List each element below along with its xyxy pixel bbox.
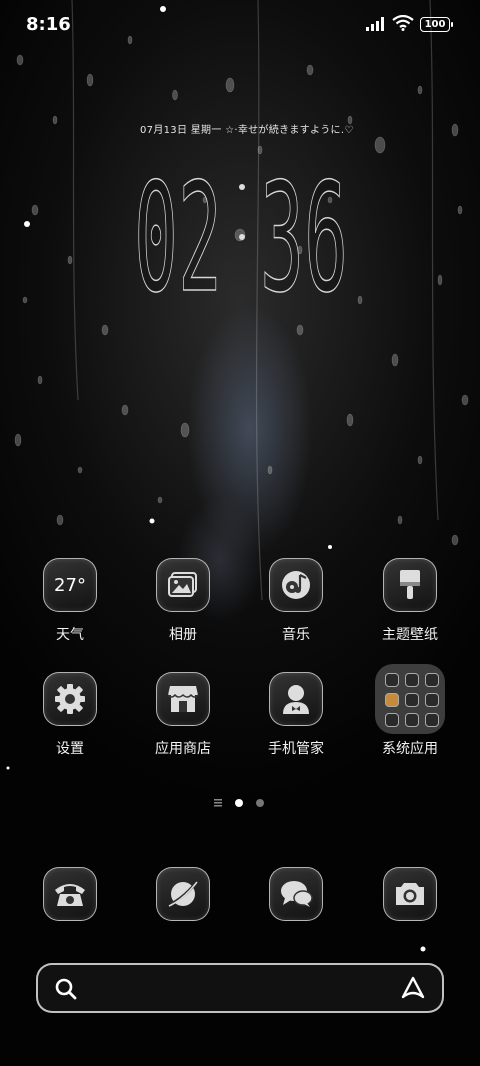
battery-indicator: 100 [420, 17, 453, 32]
app-weather[interactable]: 27° 天气 [20, 558, 120, 644]
app-phone-manager[interactable]: 手机管家 [246, 672, 346, 758]
status-bar: 8:16 100 [0, 0, 480, 50]
dock-camera[interactable] [360, 867, 460, 921]
app-store[interactable]: 应用商店 [133, 672, 233, 758]
page-indicator[interactable] [214, 797, 274, 809]
app-theme-wallpaper[interactable]: 主题壁纸 [360, 558, 460, 644]
dock-phone[interactable] [20, 867, 120, 921]
theme-brush-icon [383, 558, 437, 612]
app-label: 相册 [169, 627, 197, 643]
clock-hours: 02 [134, 152, 222, 302]
app-label: 应用商店 [155, 741, 211, 757]
phone-icon [43, 867, 97, 921]
search-bar[interactable] [36, 963, 444, 1013]
gallery-icon [156, 558, 210, 612]
dock-browser[interactable] [133, 867, 233, 921]
app-label: 设置 [56, 741, 84, 757]
status-time: 8:16 [26, 14, 71, 35]
cellular-signal-icon [366, 17, 384, 31]
app-system-folder[interactable]: 系统应用 [360, 664, 460, 758]
music-icon [269, 558, 323, 612]
camera-icon [383, 867, 437, 921]
security-manager-icon [269, 672, 323, 726]
wifi-icon [392, 15, 414, 31]
app-label: 手机管家 [268, 741, 324, 757]
assistant-icon[interactable] [400, 975, 426, 1001]
app-gallery[interactable]: 相册 [133, 558, 233, 644]
weather-icon: 27° [43, 558, 97, 612]
dock-messages[interactable] [246, 867, 346, 921]
app-label: 系统应用 [382, 741, 438, 757]
app-label: 音乐 [282, 627, 310, 643]
folder-icon [375, 664, 445, 734]
gear-icon [43, 672, 97, 726]
clock-minutes: 36 [260, 152, 348, 302]
app-label: 主题壁纸 [382, 627, 438, 643]
search-icon[interactable] [54, 977, 78, 1001]
app-music[interactable]: 音乐 [246, 558, 346, 644]
weather-temperature: 27° [54, 574, 86, 596]
messages-icon [269, 867, 323, 921]
clock-widget[interactable]: 02 36 [132, 132, 352, 302]
app-settings[interactable]: 设置 [20, 672, 120, 758]
browser-icon [156, 867, 210, 921]
app-label: 天气 [56, 627, 84, 643]
store-icon [156, 672, 210, 726]
